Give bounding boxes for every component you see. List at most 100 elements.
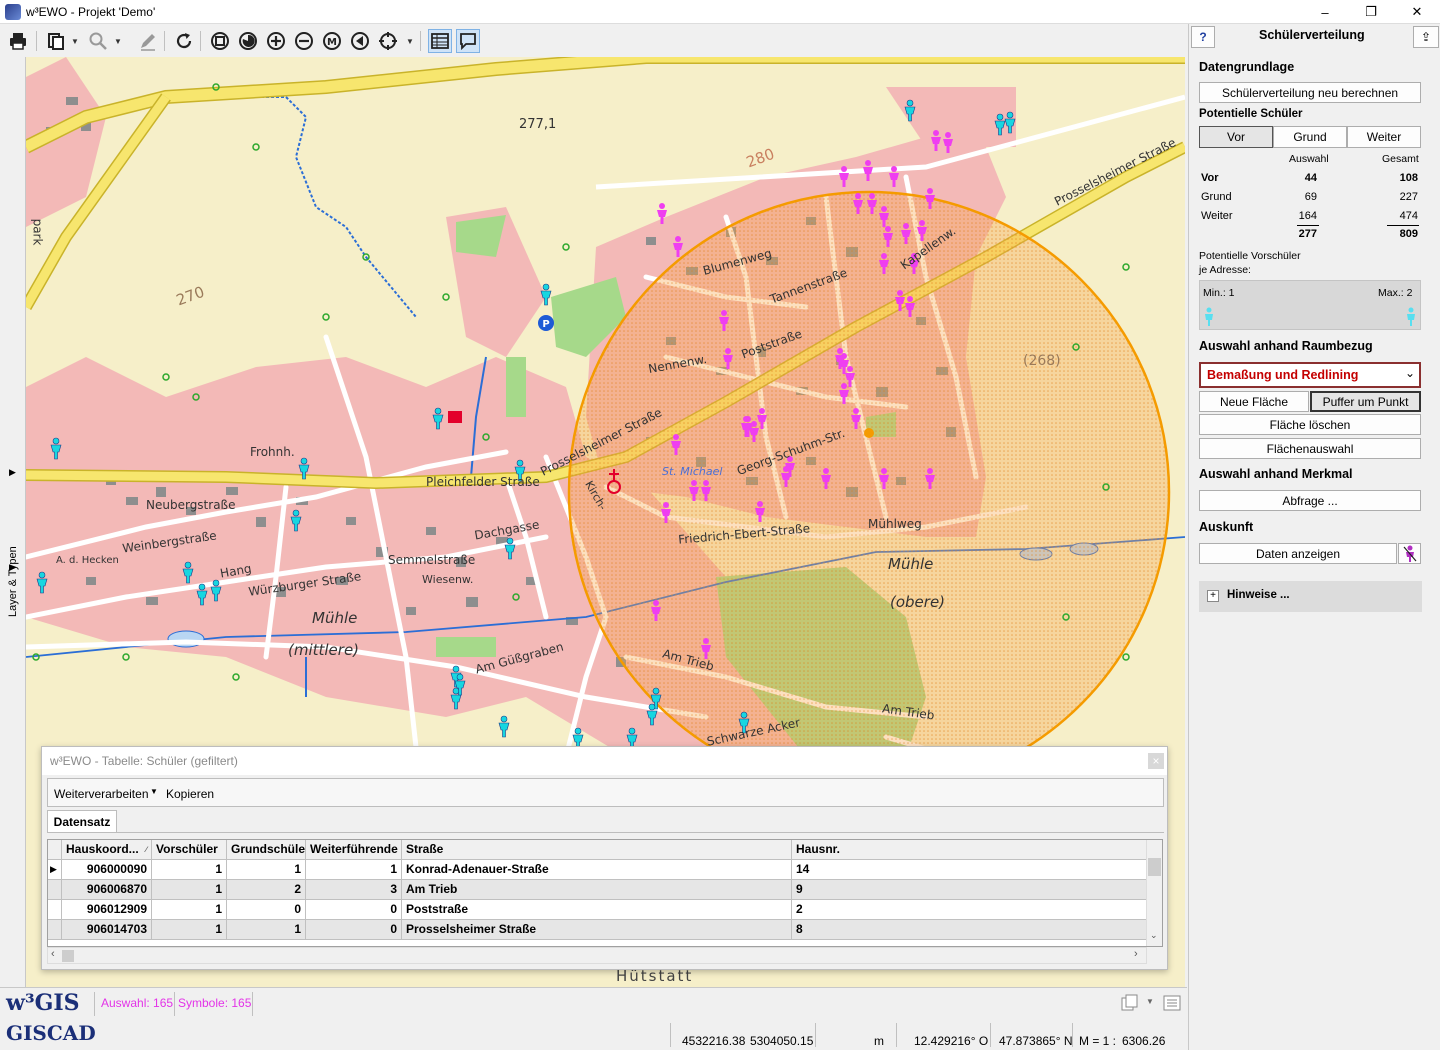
preschool-marker-icon[interactable] bbox=[889, 166, 899, 187]
cell-hauskoord[interactable]: 906012909 bbox=[62, 900, 152, 920]
process-dropdown-icon[interactable]: ▼ bbox=[150, 787, 158, 796]
preschool-marker-icon[interactable] bbox=[757, 408, 767, 429]
student-marker-icon[interactable] bbox=[904, 99, 916, 122]
cell-hauskoord[interactable]: 906014703 bbox=[62, 920, 152, 940]
preschool-marker-icon[interactable] bbox=[657, 203, 667, 224]
layers-icon[interactable] bbox=[1120, 993, 1140, 1013]
preschool-marker-icon[interactable] bbox=[839, 166, 849, 187]
table-window-close-button[interactable]: × bbox=[1148, 753, 1164, 769]
zoom-previous-icon[interactable] bbox=[236, 29, 260, 53]
expand-arrow-icon[interactable]: ▶ bbox=[9, 562, 16, 573]
close-button[interactable]: ✕ bbox=[1394, 0, 1440, 24]
print-icon[interactable] bbox=[6, 29, 30, 53]
tab-datensatz[interactable]: Datensatz bbox=[47, 810, 117, 832]
preschool-marker-icon[interactable] bbox=[895, 290, 905, 311]
measure-icon[interactable]: M bbox=[320, 29, 344, 53]
preschool-marker-icon[interactable] bbox=[879, 206, 889, 227]
cell-grundschueler[interactable]: 2 bbox=[227, 880, 306, 900]
restore-button[interactable]: ❐ bbox=[1348, 0, 1394, 24]
preschool-marker-icon[interactable] bbox=[879, 468, 889, 489]
row-indicator[interactable] bbox=[48, 900, 62, 920]
cell-weiterfuehrende[interactable]: 0 bbox=[306, 900, 402, 920]
cell-vorschueler[interactable]: 1 bbox=[152, 880, 227, 900]
header-strasse[interactable]: Straße bbox=[402, 840, 792, 860]
preschool-marker-icon[interactable] bbox=[925, 468, 935, 489]
student-marker-icon[interactable] bbox=[210, 579, 222, 602]
preschool-marker-icon[interactable] bbox=[719, 310, 729, 331]
preschool-marker-icon[interactable] bbox=[723, 348, 733, 369]
preschool-marker-icon[interactable] bbox=[671, 434, 681, 455]
student-marker-icon[interactable] bbox=[432, 407, 444, 430]
header-grundschueler[interactable]: Grundschüler bbox=[227, 840, 306, 860]
preschool-marker-icon[interactable] bbox=[925, 188, 935, 209]
student-marker-icon[interactable] bbox=[50, 437, 62, 460]
query-button[interactable]: Abfrage ... bbox=[1199, 490, 1421, 511]
cell-weiterfuehrende[interactable]: 1 bbox=[306, 860, 402, 880]
student-marker-icon[interactable] bbox=[498, 715, 510, 738]
dock-icon[interactable]: ⇪ bbox=[1413, 26, 1439, 48]
center-dropdown-icon[interactable]: ▼ bbox=[406, 37, 414, 46]
preschool-marker-icon[interactable] bbox=[651, 600, 661, 621]
zoom-full-icon[interactable] bbox=[208, 29, 232, 53]
scroll-right-icon[interactable]: › bbox=[1134, 948, 1138, 960]
edit-icon[interactable] bbox=[136, 29, 160, 53]
scroll-down-icon[interactable]: ⌄ bbox=[1150, 930, 1158, 941]
cell-hausnr[interactable]: 2 bbox=[792, 900, 1147, 920]
student-marker-icon[interactable] bbox=[1004, 111, 1016, 134]
preschool-marker-icon[interactable] bbox=[851, 408, 861, 429]
layers-dropdown-icon[interactable]: ▼ bbox=[1146, 997, 1154, 1006]
preschool-marker-icon[interactable] bbox=[863, 160, 873, 181]
preschool-marker-icon[interactable] bbox=[931, 130, 941, 151]
buffer-point-button[interactable]: Puffer um Punkt bbox=[1310, 391, 1421, 412]
student-marker-icon[interactable] bbox=[504, 537, 516, 560]
row-indicator[interactable]: ▶ bbox=[48, 860, 62, 880]
table-icon[interactable] bbox=[428, 29, 452, 53]
student-marker-icon[interactable] bbox=[298, 457, 310, 480]
cell-vorschueler[interactable]: 1 bbox=[152, 900, 227, 920]
cell-grundschueler[interactable]: 1 bbox=[227, 860, 306, 880]
scroll-left-icon[interactable]: ‹ bbox=[51, 948, 55, 960]
slider-min-handle-icon[interactable] bbox=[1203, 307, 1215, 327]
zoom-icon[interactable] bbox=[86, 29, 110, 53]
student-marker-icon[interactable] bbox=[290, 509, 302, 532]
recalculate-button[interactable]: Schülerverteilung neu berechnen bbox=[1199, 82, 1421, 103]
row-indicator[interactable] bbox=[48, 920, 62, 940]
header-weiterfuehrende[interactable]: Weiterführende bbox=[306, 840, 402, 860]
header-hausnr[interactable]: Hausnr. bbox=[792, 840, 1147, 860]
cell-weiterfuehrende[interactable]: 3 bbox=[306, 880, 402, 900]
row-indicator[interactable] bbox=[48, 880, 62, 900]
cell-strasse[interactable]: Prosselsheimer Straße bbox=[402, 920, 792, 940]
per-address-slider[interactable]: Min.: 1 Max.: 2 bbox=[1199, 280, 1421, 330]
student-marker-icon[interactable] bbox=[36, 571, 48, 594]
back-icon[interactable] bbox=[348, 29, 372, 53]
cell-vorschueler[interactable]: 1 bbox=[152, 920, 227, 940]
preschool-marker-icon[interactable] bbox=[853, 193, 863, 214]
minimize-button[interactable]: – bbox=[1302, 0, 1348, 24]
help-button[interactable]: ? bbox=[1191, 26, 1215, 48]
cell-vorschueler[interactable]: 1 bbox=[152, 860, 227, 880]
student-marker-icon[interactable] bbox=[994, 113, 1006, 136]
cell-weiterfuehrende[interactable]: 0 bbox=[306, 920, 402, 940]
cell-hausnr[interactable]: 14 bbox=[792, 860, 1147, 880]
cell-strasse[interactable]: Poststraße bbox=[402, 900, 792, 920]
list-icon[interactable] bbox=[1162, 993, 1182, 1013]
preschool-marker-icon[interactable] bbox=[821, 468, 831, 489]
preschool-marker-icon[interactable] bbox=[879, 253, 889, 274]
copy-menu[interactable]: Kopieren bbox=[166, 787, 214, 801]
zoom-out-icon[interactable] bbox=[292, 29, 316, 53]
preschool-marker-icon[interactable] bbox=[867, 193, 877, 214]
zoom-in-icon[interactable] bbox=[264, 29, 288, 53]
table-row[interactable]: 906014703 1 1 0 Prosselsheimer Straße 8 bbox=[48, 920, 1148, 940]
tab-vor[interactable]: Vor bbox=[1199, 126, 1273, 148]
refresh-icon[interactable] bbox=[172, 29, 196, 53]
cell-hauskoord[interactable]: 906000090 bbox=[62, 860, 152, 880]
preschool-marker-icon[interactable] bbox=[917, 220, 927, 241]
comment-icon[interactable] bbox=[456, 29, 480, 53]
header-hauskoord[interactable]: Hauskoord... ∕ bbox=[62, 840, 152, 860]
expand-icon[interactable]: + bbox=[1207, 590, 1219, 602]
expand-arrow-icon[interactable]: ▶ bbox=[9, 467, 16, 478]
slider-max-handle-icon[interactable] bbox=[1405, 307, 1417, 327]
student-marker-icon[interactable] bbox=[182, 561, 194, 584]
header-vorschueler[interactable]: Vorschüler bbox=[152, 840, 227, 860]
preschool-marker-icon[interactable] bbox=[901, 223, 911, 244]
